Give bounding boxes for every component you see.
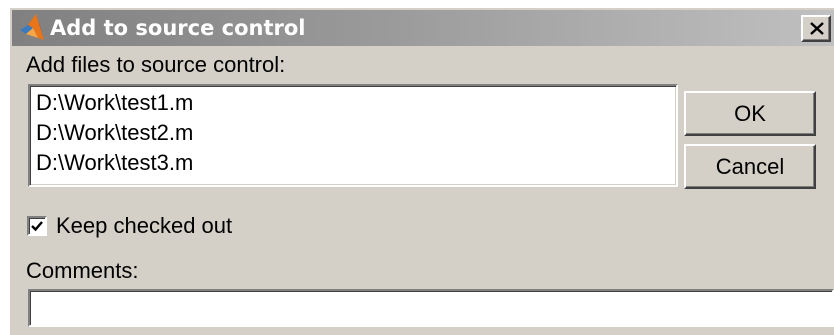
keep-checked-out-label[interactable]: Keep checked out: [56, 213, 232, 239]
comments-label: Comments:: [26, 258, 139, 283]
ok-button[interactable]: OK: [684, 91, 816, 136]
close-icon: [810, 22, 824, 35]
files-label: Add files to source control:: [26, 52, 286, 77]
matlab-logo-icon: [18, 12, 46, 42]
comments-field[interactable]: [28, 289, 834, 327]
keep-checked-out-checkbox[interactable]: [27, 216, 47, 236]
cancel-button[interactable]: Cancel: [684, 144, 816, 189]
add-to-source-control-dialog: Add to source control Add files to sourc…: [8, 6, 834, 335]
title-bar[interactable]: Add to source control: [12, 10, 834, 46]
window-title: Add to source control: [50, 16, 306, 40]
checkmark-icon: [31, 221, 43, 232]
list-item[interactable]: D:\Work\test1.m: [36, 90, 193, 116]
file-list[interactable]: D:\Work\test1.m D:\Work\test2.m D:\Work\…: [28, 84, 678, 187]
list-item[interactable]: D:\Work\test2.m: [36, 120, 193, 146]
list-item[interactable]: D:\Work\test3.m: [36, 150, 193, 176]
close-button[interactable]: [801, 15, 831, 42]
